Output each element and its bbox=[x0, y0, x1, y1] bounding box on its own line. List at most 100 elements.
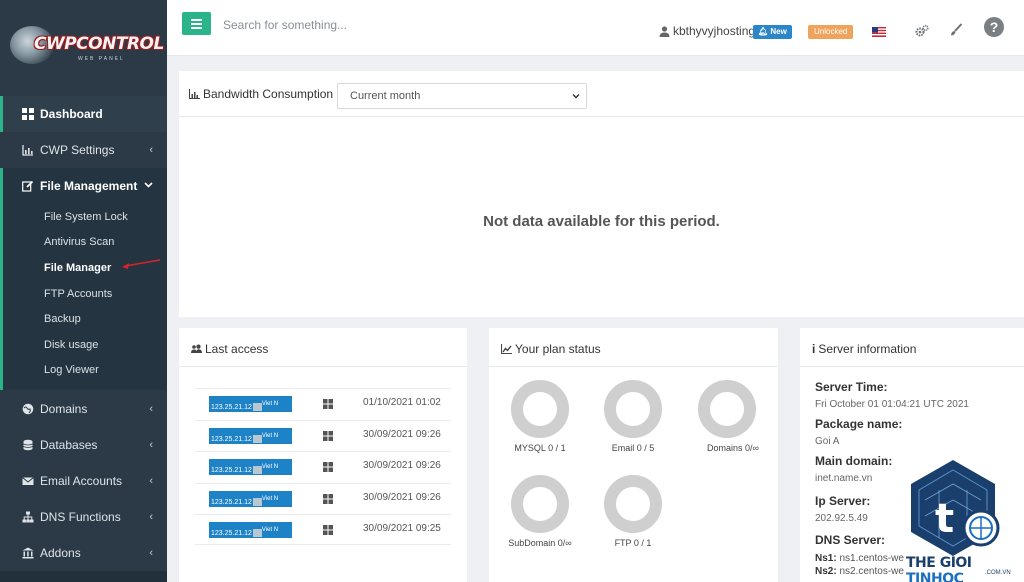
last-access-panel: Last access 123.25.21.12 Viet N 01/10/202… bbox=[179, 328, 467, 582]
sidebar-item-email-accounts[interactable]: Email Accounts ‹ bbox=[0, 463, 167, 499]
server-info-title-label: Server information bbox=[818, 342, 917, 356]
logo-subtext: WEB PANEL bbox=[78, 56, 125, 62]
plan-status-title: Your plan status bbox=[501, 342, 601, 356]
chevron-left-icon: ‹ bbox=[149, 439, 153, 451]
chevron-down-icon bbox=[144, 180, 153, 192]
watermark-text: THE GIOI TINHOC bbox=[906, 555, 1024, 582]
username: kbthyvyjhosting bbox=[673, 24, 756, 38]
package-value: Goi A bbox=[815, 436, 840, 447]
sidebar-subitem-log-viewer[interactable]: Log Viewer bbox=[44, 364, 99, 376]
package-label: Package name: bbox=[815, 417, 903, 431]
cwp-logo[interactable]: CWPCONTROL WEB PANEL bbox=[8, 18, 164, 68]
users-icon bbox=[191, 344, 202, 353]
sidebar-subitem-ftp-accounts[interactable]: FTP Accounts bbox=[44, 288, 112, 300]
country-label: Viet N bbox=[261, 496, 279, 502]
main-domain-value: inet.name.vn bbox=[815, 473, 873, 484]
sidebar-item-addons[interactable]: Addons ‹ bbox=[0, 535, 167, 571]
windows-icon bbox=[323, 525, 333, 535]
database-icon bbox=[22, 439, 34, 451]
country-label: Viet N bbox=[261, 464, 279, 470]
bell-icon: 🔔︎ bbox=[758, 27, 769, 36]
flag-image-icon bbox=[252, 466, 262, 475]
country-label: Viet N bbox=[261, 433, 279, 439]
email-usage-label: Email 0 / 5 bbox=[611, 443, 655, 453]
info-icon: i bbox=[812, 342, 816, 356]
access-date: 01/10/2021 01:02 bbox=[363, 397, 441, 408]
envelope-icon bbox=[22, 475, 34, 487]
sidebar-item-file-management[interactable]: File Management bbox=[0, 168, 167, 204]
ip-badge[interactable]: 123.25.21.12 Viet N bbox=[209, 428, 292, 444]
ip-badge[interactable]: 123.25.21.12 Viet N bbox=[209, 522, 292, 538]
chevron-left-icon: ‹ bbox=[149, 511, 153, 523]
sidebar-item-dashboard[interactable]: Dashboard bbox=[0, 96, 167, 132]
topbar: kbthyvyjhosting 🔔︎ New Unlocked ? bbox=[167, 0, 1024, 56]
watermark-subtext: .COM.VN bbox=[985, 570, 1011, 576]
ip-badge[interactable]: 123.25.21.12 Viet N bbox=[209, 459, 292, 475]
svg-text:t: t bbox=[935, 496, 954, 542]
flag-image-icon bbox=[252, 498, 262, 507]
new-badge-label: New bbox=[770, 27, 787, 36]
hamburger-line bbox=[191, 23, 202, 25]
table-row: 123.25.21.12 Viet N 30/09/2021 09:26 bbox=[195, 420, 451, 451]
chevron-left-icon: ‹ bbox=[149, 403, 153, 415]
sidebar-subitem-antivirus-scan[interactable]: Antivirus Scan bbox=[44, 236, 114, 248]
logo-text: CWPCONTROL bbox=[34, 34, 164, 54]
sidebar-item-dns-functions[interactable]: DNS Functions ‹ bbox=[0, 499, 167, 535]
flag-image-icon bbox=[252, 435, 262, 444]
email-usage-donut bbox=[604, 380, 662, 438]
bandwidth-title: Bandwidth Consumption bbox=[189, 87, 333, 101]
country-label: Viet N bbox=[261, 401, 279, 407]
search-input[interactable] bbox=[217, 12, 517, 38]
unlocked-badge[interactable]: Unlocked bbox=[808, 25, 854, 39]
divider bbox=[179, 366, 467, 367]
windows-icon bbox=[323, 399, 333, 409]
sidebar-item-label: Email Accounts bbox=[40, 474, 123, 488]
mysql-usage-label: MYSQL 0 / 1 bbox=[514, 443, 566, 453]
help-icon[interactable]: ? bbox=[984, 17, 1004, 37]
table-row: 123.25.21.12 Viet N 30/09/2021 09:25 bbox=[195, 514, 451, 545]
menu-toggle-button[interactable] bbox=[182, 12, 211, 35]
ip-server-label: Ip Server: bbox=[815, 494, 871, 508]
table-row: 123.25.21.12 Viet N 30/09/2021 09:26 bbox=[195, 451, 451, 482]
hamburger-line bbox=[191, 27, 202, 29]
chevron-down-icon bbox=[572, 94, 580, 99]
ip-server-value: 202.92.5.49 bbox=[815, 513, 868, 524]
period-select[interactable]: Current month bbox=[337, 83, 587, 109]
divider bbox=[489, 366, 778, 367]
gears-icon[interactable] bbox=[915, 24, 929, 38]
domains-usage-label: Domains 0/∞ bbox=[707, 443, 759, 453]
divider bbox=[800, 366, 1024, 367]
server-info-title: i Server information bbox=[812, 342, 916, 356]
sidebar-item-label: CWP Settings bbox=[40, 143, 115, 157]
sidebar-item-domains[interactable]: Domains ‹ bbox=[0, 391, 167, 427]
sidebar-item-databases[interactable]: Databases ‹ bbox=[0, 427, 167, 463]
user-menu[interactable]: kbthyvyjhosting bbox=[659, 24, 755, 38]
file-management-submenu: File System Lock Antivirus Scan File Man… bbox=[0, 204, 167, 390]
sidebar-subitem-file-system-lock[interactable]: File System Lock bbox=[44, 211, 128, 223]
sidebar-next-item bbox=[0, 571, 167, 582]
sidebar-item-cwp-settings[interactable]: CWP Settings ‹ bbox=[0, 132, 167, 168]
server-time-value: Fri October 01 01:04:21 UTC 2021 bbox=[815, 399, 969, 410]
access-date: 30/09/2021 09:26 bbox=[363, 460, 441, 471]
plan-status-title-label: Your plan status bbox=[515, 342, 601, 356]
ip-badge[interactable]: 123.25.21.12 Viet N bbox=[209, 491, 292, 507]
us-flag-icon[interactable] bbox=[872, 27, 886, 37]
mysql-usage-donut bbox=[511, 380, 569, 438]
ftp-usage-label: FTP 0 / 1 bbox=[614, 538, 652, 548]
server-time-label: Server Time: bbox=[815, 380, 888, 394]
line-chart-icon bbox=[501, 344, 512, 354]
sidebar-subitem-disk-usage[interactable]: Disk usage bbox=[44, 339, 98, 351]
ns2-row: Ns2: ns2.centos-we bbox=[815, 566, 904, 577]
sidebar-subitem-file-manager[interactable]: File Manager bbox=[44, 262, 111, 274]
ip-address: 123.25.21.12 bbox=[211, 467, 252, 474]
brush-icon[interactable] bbox=[949, 23, 963, 37]
ip-badge[interactable]: 123.25.21.12 Viet N bbox=[209, 396, 292, 412]
ns1-row: Ns1: ns1.centos-we bbox=[815, 553, 904, 564]
sidebar: CWPCONTROL WEB PANEL Dashboard CWP Setti… bbox=[0, 0, 167, 582]
notifications-new-badge[interactable]: 🔔︎ New bbox=[753, 25, 792, 39]
ip-address: 123.25.21.12 bbox=[211, 436, 252, 443]
flag-image-icon bbox=[252, 403, 262, 412]
ip-address: 123.25.21.12 bbox=[211, 530, 252, 537]
sidebar-subitem-backup[interactable]: Backup bbox=[44, 313, 81, 325]
period-select-value: Current month bbox=[350, 90, 421, 102]
